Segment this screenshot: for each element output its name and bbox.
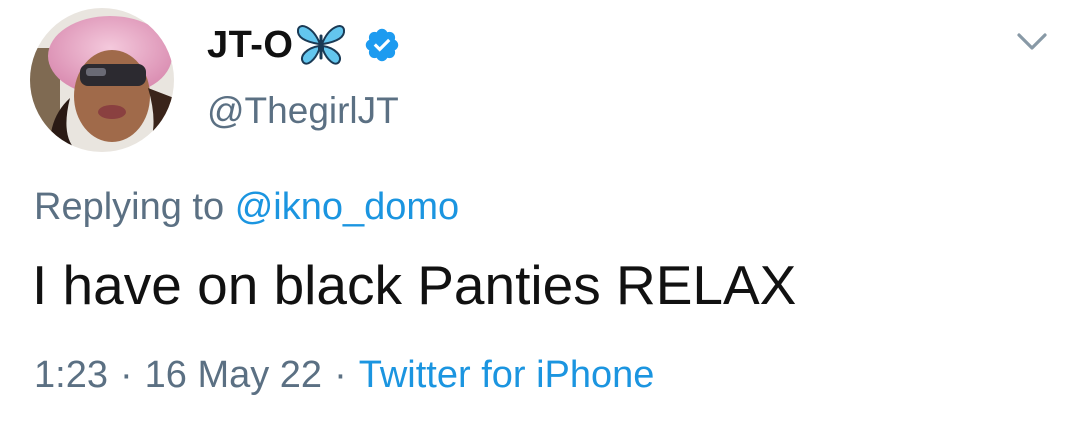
- tweet-meta: 1:23 · 16 May 22 · Twitter for iPhone: [34, 356, 654, 394]
- meta-separator: ·: [119, 354, 133, 396]
- avatar-image: [30, 8, 174, 152]
- tweet-text: I have on black Panties RELAX: [32, 254, 797, 316]
- tweet-time[interactable]: 1:23: [34, 354, 108, 396]
- butterfly-icon: [295, 22, 347, 68]
- reply-prefix: Replying to: [34, 186, 225, 228]
- tweet-date[interactable]: 16 May 22: [145, 354, 322, 396]
- author-name-row[interactable]: JT-O: [207, 22, 401, 68]
- verified-badge-icon: [363, 26, 401, 64]
- meta-separator: ·: [334, 354, 347, 396]
- tweet-source-link[interactable]: Twitter for iPhone: [359, 354, 655, 396]
- chevron-down-icon[interactable]: [1014, 30, 1050, 54]
- avatar[interactable]: [30, 8, 174, 152]
- reply-context: Replying to @ikno_domo: [34, 188, 459, 226]
- reply-mention-link[interactable]: @ikno_domo: [235, 186, 459, 228]
- author-handle[interactable]: @ThegirlJT: [207, 92, 399, 129]
- author-display-name[interactable]: JT-O: [207, 26, 293, 64]
